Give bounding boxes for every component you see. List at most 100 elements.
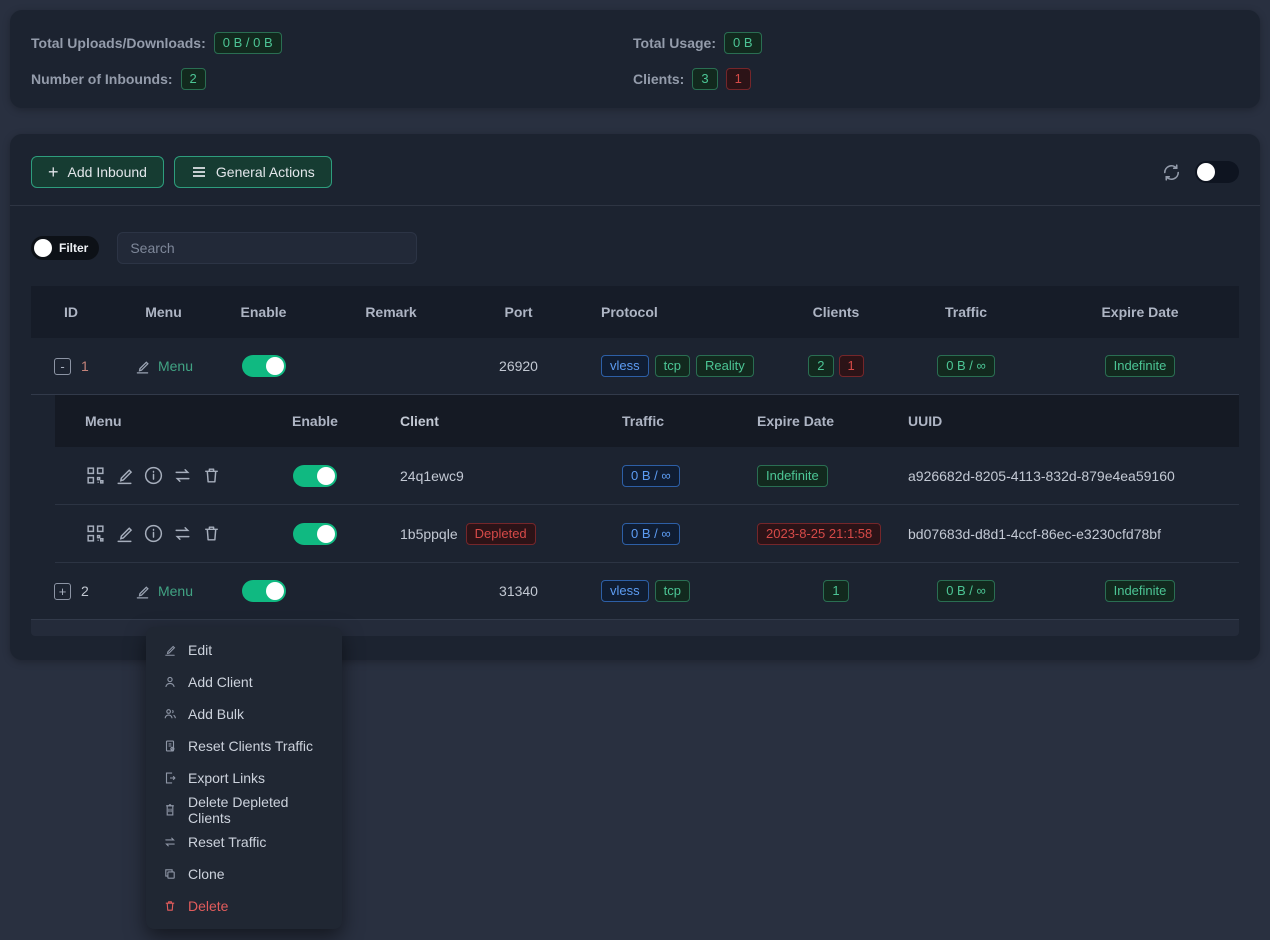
menu-item-label: Add Client bbox=[188, 674, 253, 690]
uploads-downloads-value: 0 B / 0 B bbox=[214, 32, 282, 54]
expire-badge: Indefinite bbox=[1105, 580, 1176, 602]
delete-icon[interactable] bbox=[201, 465, 222, 486]
clients-depleted-count: 1 bbox=[726, 68, 751, 90]
stat-inbounds: Number of Inbounds: 2 bbox=[31, 68, 633, 90]
client-row: 24q1ewc9 0 B / ∞ Indefinite a926682d-820… bbox=[55, 447, 1239, 505]
qrcode-icon[interactable] bbox=[85, 465, 106, 486]
col-expire-date: Expire Date bbox=[1041, 304, 1239, 320]
menu-item-add-client[interactable]: Add Client bbox=[146, 666, 342, 698]
menu-item-export-links[interactable]: Export Links bbox=[146, 762, 342, 794]
client-enable-toggle[interactable] bbox=[293, 523, 337, 545]
menu-item-label: Reset Traffic bbox=[188, 834, 266, 850]
general-actions-label: General Actions bbox=[216, 164, 315, 180]
hamburger-icon bbox=[191, 164, 207, 180]
filter-toggle[interactable]: Filter bbox=[31, 236, 99, 260]
clients-ok-badge: 1 bbox=[823, 580, 848, 602]
subcol-uuid: UUID bbox=[890, 413, 1239, 429]
client-name: 1b5ppqle bbox=[400, 526, 458, 542]
delete-icon bbox=[163, 899, 177, 913]
expand-row-button[interactable]: + bbox=[54, 583, 71, 600]
dark-mode-toggle[interactable] bbox=[1195, 161, 1239, 183]
clients-label: Clients: bbox=[633, 71, 684, 87]
info-icon[interactable] bbox=[143, 523, 164, 544]
row-menu-label: Menu bbox=[158, 583, 193, 599]
toolbar: + Add Inbound General Actions bbox=[10, 134, 1260, 205]
menu-item-reset-traffic[interactable]: Reset Traffic bbox=[146, 826, 342, 858]
inbounds-card: + Add Inbound General Actions Filter bbox=[10, 134, 1260, 660]
toggle-knob bbox=[266, 582, 284, 600]
search-input[interactable] bbox=[117, 232, 417, 264]
reset-traffic-icon[interactable] bbox=[172, 465, 193, 486]
menu-item-label: Edit bbox=[188, 642, 212, 658]
menu-item-delete[interactable]: Delete bbox=[146, 890, 342, 922]
edit-icon[interactable] bbox=[114, 465, 135, 486]
clients-depleted-badge: 1 bbox=[839, 355, 864, 377]
inbounds-table: ID Menu Enable Remark Port Protocol Clie… bbox=[31, 286, 1239, 636]
protocol-tag: vless bbox=[601, 355, 649, 377]
menu-item-clone[interactable]: Clone bbox=[146, 858, 342, 890]
total-usage-value: 0 B bbox=[724, 32, 762, 54]
menu-item-add-bulk[interactable]: Add Bulk bbox=[146, 698, 342, 730]
col-remark: Remark bbox=[311, 304, 471, 320]
stat-uploads-downloads: Total Uploads/Downloads: 0 B / 0 B bbox=[31, 32, 633, 54]
col-menu: Menu bbox=[111, 304, 216, 320]
security-tag: Reality bbox=[696, 355, 754, 377]
client-name: 24q1ewc9 bbox=[400, 468, 464, 484]
inbound-context-menu: Edit Add Client Add Bulk Reset Clients T… bbox=[146, 627, 342, 929]
edit-icon bbox=[163, 643, 177, 657]
info-icon[interactable] bbox=[143, 465, 164, 486]
qrcode-icon[interactable] bbox=[85, 523, 106, 544]
protocol-tag: vless bbox=[601, 580, 649, 602]
client-traffic-badge: 0 B / ∞ bbox=[622, 465, 680, 487]
stats-card: Total Uploads/Downloads: 0 B / 0 B Total… bbox=[10, 10, 1260, 108]
menu-item-reset-clients-traffic[interactable]: Reset Clients Traffic bbox=[146, 730, 342, 762]
general-actions-button[interactable]: General Actions bbox=[174, 156, 332, 188]
menu-item-label: Clone bbox=[188, 866, 225, 882]
enable-toggle[interactable] bbox=[242, 580, 286, 602]
menu-item-edit[interactable]: Edit bbox=[146, 634, 342, 666]
clone-icon bbox=[163, 867, 177, 881]
menu-item-label: Reset Clients Traffic bbox=[188, 738, 313, 754]
stat-total-usage: Total Usage: 0 B bbox=[633, 32, 1239, 54]
collapse-row-button[interactable]: - bbox=[54, 358, 71, 375]
trash-clock-icon bbox=[163, 803, 177, 817]
menu-item-label: Delete bbox=[188, 898, 228, 914]
menu-item-label: Delete Depleted Clients bbox=[188, 794, 325, 826]
inbounds-label: Number of Inbounds: bbox=[31, 71, 173, 87]
client-row: 1b5ppqle Depleted 0 B / ∞ 2023-8-25 21:1… bbox=[55, 505, 1239, 563]
filter-row: Filter bbox=[10, 206, 1260, 286]
row-menu-trigger[interactable]: Menu bbox=[134, 583, 193, 600]
inbound-id: 1 bbox=[81, 358, 89, 374]
row-menu-trigger[interactable]: Menu bbox=[134, 358, 193, 375]
total-usage-label: Total Usage: bbox=[633, 35, 716, 51]
menu-item-label: Add Bulk bbox=[188, 706, 244, 722]
refresh-icon[interactable] bbox=[1162, 163, 1181, 182]
delete-icon[interactable] bbox=[201, 523, 222, 544]
enable-toggle[interactable] bbox=[242, 355, 286, 377]
edit-icon[interactable] bbox=[114, 523, 135, 544]
client-enable-toggle[interactable] bbox=[293, 465, 337, 487]
depleted-tag: Depleted bbox=[466, 523, 536, 545]
clients-subtable: Menu Enable Client Traffic Expire Date U… bbox=[55, 395, 1239, 563]
edit-icon bbox=[134, 583, 151, 600]
clients-active-count: 3 bbox=[692, 68, 717, 90]
client-uuid: a926682d-8205-4113-832d-879e4ea59160 bbox=[890, 468, 1239, 484]
menu-item-delete-depleted-clients[interactable]: Delete Depleted Clients bbox=[146, 794, 342, 826]
reset-traffic-icon[interactable] bbox=[172, 523, 193, 544]
add-inbound-button[interactable]: + Add Inbound bbox=[31, 156, 164, 188]
col-id: ID bbox=[31, 304, 111, 320]
plus-icon: + bbox=[48, 163, 59, 181]
subcol-enable: Enable bbox=[250, 413, 380, 429]
col-port: Port bbox=[471, 304, 566, 320]
document-reset-icon bbox=[163, 739, 177, 753]
traffic-badge: 0 B / ∞ bbox=[937, 580, 995, 602]
toggle-knob bbox=[317, 525, 335, 543]
client-expire-badge: 2023-8-25 21:1:58 bbox=[757, 523, 881, 545]
subcol-client: Client bbox=[380, 413, 600, 429]
inbound-id: 2 bbox=[81, 583, 89, 599]
stat-clients: Clients: 3 1 bbox=[633, 68, 1239, 90]
col-enable: Enable bbox=[216, 304, 311, 320]
person-icon bbox=[163, 675, 177, 689]
toggle-knob bbox=[1197, 163, 1215, 181]
subcol-menu: Menu bbox=[55, 413, 250, 429]
